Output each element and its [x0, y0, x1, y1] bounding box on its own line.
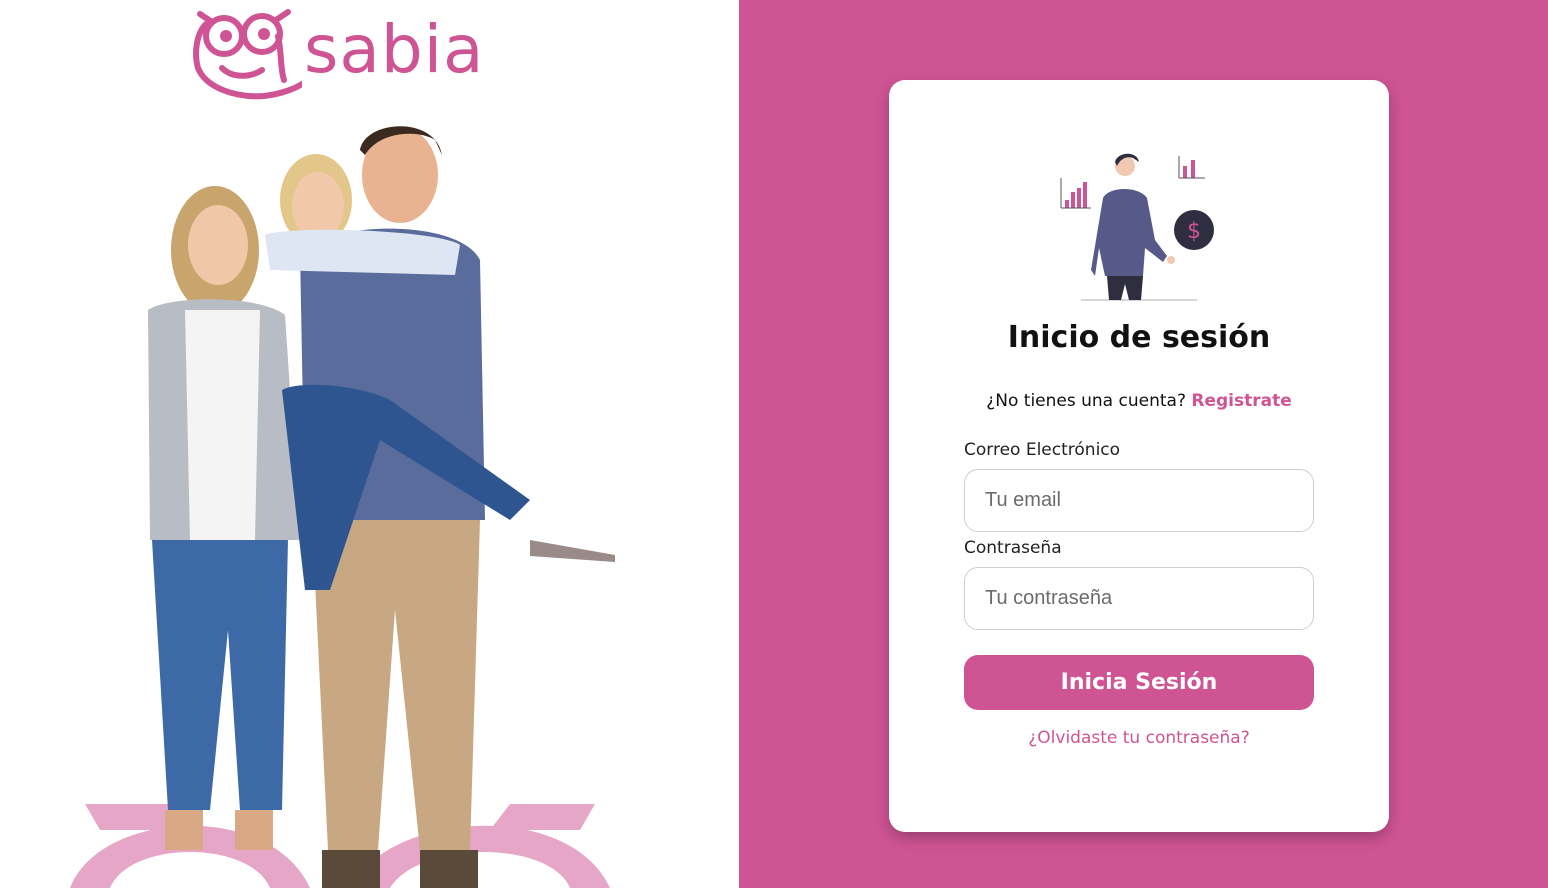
login-card: $ Inicio de sesión ¿No tienes una cuenta… [889, 80, 1389, 832]
register-link[interactable]: Registrate [1191, 391, 1291, 411]
left-panel: sabia [0, 0, 739, 888]
password-field[interactable] [964, 567, 1314, 630]
signup-prompt: ¿No tienes una cuenta? Registrate [889, 391, 1389, 411]
forgot-password-link[interactable]: ¿Olvidaste tu contraseña? [889, 728, 1389, 748]
brand-name: sabia [304, 11, 485, 88]
login-button[interactable]: Inicia Sesión [964, 655, 1314, 710]
signup-prompt-text: ¿No tienes una cuenta? [986, 391, 1186, 411]
family-photo [70, 126, 615, 888]
svg-text:$: $ [1187, 219, 1201, 244]
sabia-logo: sabia [192, 6, 492, 102]
finance-person-illustration: $ [1060, 153, 1214, 301]
owl-logo-icon [193, 9, 302, 100]
email-field[interactable] [964, 469, 1314, 532]
password-label: Contraseña [964, 538, 1062, 558]
email-label: Correo Electrónico [964, 440, 1121, 460]
login-title: Inicio de sesión [1007, 320, 1271, 355]
